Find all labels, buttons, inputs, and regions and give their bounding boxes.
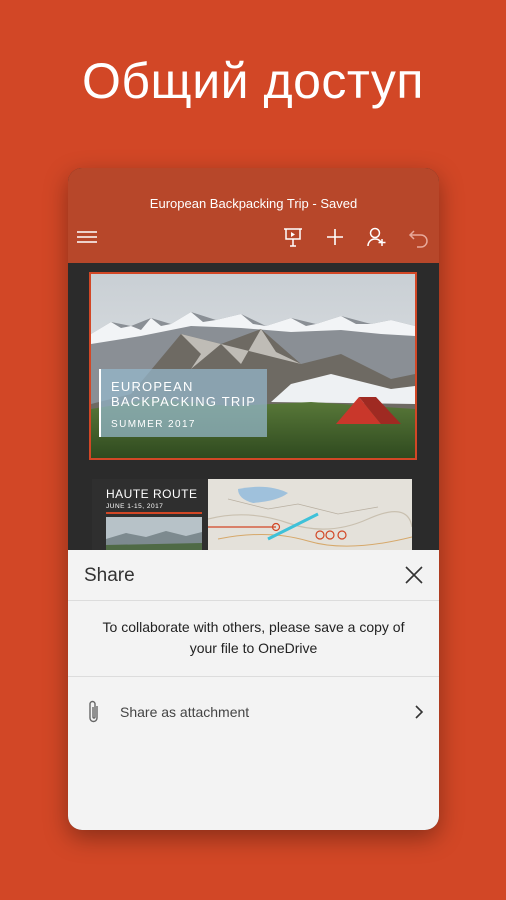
chevron-right-icon (415, 705, 424, 719)
onedrive-message-line-2: your file to OneDrive (189, 640, 318, 656)
share-sheet-title: Share (84, 565, 135, 586)
share-sheet: Share To collaborate with others, please… (68, 550, 439, 830)
phone-frame: European Backpacking Trip - Saved EUROPE… (68, 168, 439, 830)
slide-subtitle: SUMMER 2017 (111, 419, 196, 430)
app-bar: European Backpacking Trip - Saved (68, 168, 439, 263)
hamburger-menu-icon[interactable] (76, 226, 98, 248)
slide-thumbnail-2[interactable]: HAUTE ROUTE JUNE 1-15, 2017 (92, 479, 412, 551)
slide-title-box: EUROPEAN BACKPACKING TRIP SUMMER 2017 (99, 369, 267, 437)
promo-headline: Общий доступ (82, 53, 424, 109)
slide-2-map (208, 479, 412, 551)
slide-2-photo (106, 517, 202, 551)
slide-2-date: JUNE 1-15, 2017 (106, 503, 164, 510)
present-icon[interactable] (282, 226, 304, 248)
onedrive-message: To collaborate with others, please save … (68, 617, 439, 659)
add-icon[interactable] (324, 226, 346, 248)
onedrive-message-line-1: To collaborate with others, please save … (102, 619, 405, 635)
share-person-icon[interactable] (366, 226, 388, 248)
share-as-attachment-button[interactable]: Share as attachment (68, 677, 439, 747)
slide-2-accent-bar (106, 512, 202, 514)
slide-2-title: HAUTE ROUTE (106, 487, 198, 501)
document-title: European Backpacking Trip - Saved (149, 196, 358, 211)
close-icon[interactable] (403, 564, 425, 586)
share-as-attachment-label: Share as attachment (120, 704, 250, 720)
slide-canvas[interactable]: EUROPEAN BACKPACKING TRIP SUMMER 2017 HA… (68, 263, 439, 553)
share-sheet-header: Share (68, 550, 439, 601)
slide-thumbnail-1[interactable]: EUROPEAN BACKPACKING TRIP SUMMER 2017 (89, 272, 417, 460)
slide-title-line-2: BACKPACKING TRIP (111, 394, 257, 409)
slide-title-line-1: EUROPEAN (111, 379, 194, 394)
undo-icon[interactable] (408, 226, 430, 248)
paperclip-icon (89, 700, 98, 723)
